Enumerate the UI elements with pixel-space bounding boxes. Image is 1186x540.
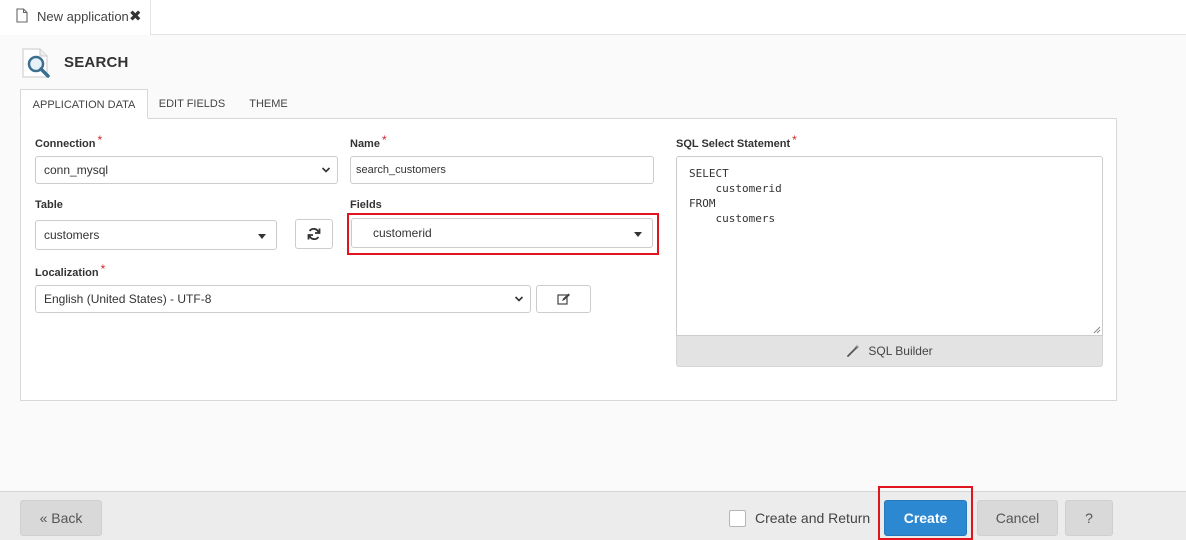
caret-down-icon [258, 234, 266, 239]
sql-textarea[interactable]: SELECT customerid FROM customers [676, 156, 1103, 336]
connection-select[interactable]: conn_mysql [35, 156, 338, 184]
fields-highlight-box [347, 213, 659, 255]
table-value: customers [44, 228, 100, 242]
application-data-panel: Connection * conn_mysql Name * search_cust… [20, 118, 1117, 401]
tab-theme[interactable]: THEME [240, 89, 297, 119]
create-highlight-box [878, 486, 973, 540]
connection-label: Connection * [35, 133, 103, 150]
connection-value: conn_mysql [44, 163, 109, 177]
name-value: search_customers [356, 164, 446, 176]
help-button[interactable]: ? [1065, 500, 1113, 536]
page-title: SEARCH [64, 54, 129, 71]
sql-builder-label: SQL Builder [868, 344, 933, 358]
edit-icon [556, 293, 570, 305]
table-select[interactable]: customers [35, 220, 277, 250]
chevron-down-icon [514, 296, 524, 302]
localization-value: English (United States) - UTF-8 [44, 292, 212, 306]
localization-label: Localization * [35, 262, 106, 279]
resize-handle-icon[interactable] [1093, 326, 1101, 334]
magic-wand-icon [847, 344, 860, 357]
sql-builder-button[interactable]: SQL Builder [676, 336, 1103, 367]
footer-bar: « Back Create and Return Create Cancel ? [0, 486, 1186, 540]
edit-localization-button[interactable] [536, 285, 591, 313]
table-label: Table [35, 199, 63, 211]
sql-text: SELECT customerid FROM customers [689, 167, 782, 225]
refresh-button[interactable] [295, 219, 333, 249]
create-and-return-label: Create and Return [755, 510, 871, 526]
tab-application-data[interactable]: APPLICATION DATA [20, 89, 148, 119]
localization-select[interactable]: English (United States) - UTF-8 [35, 285, 531, 313]
document-tabstrip: New application ✖ [0, 0, 1186, 35]
refresh-icon [307, 227, 321, 241]
sql-label: SQL Select Statement * [676, 133, 797, 150]
document-icon [16, 8, 28, 23]
document-tab-label: New application [37, 9, 129, 24]
close-icon[interactable]: ✖ [129, 9, 142, 24]
tab-edit-fields[interactable]: EDIT FIELDS [152, 89, 232, 119]
create-and-return-checkbox[interactable] [729, 510, 746, 527]
fields-label: Fields [350, 199, 382, 211]
search-icon [22, 48, 50, 78]
chevron-down-icon [321, 167, 331, 173]
back-button[interactable]: « Back [20, 500, 102, 536]
name-label: Name * [350, 133, 387, 150]
document-tab[interactable]: New application ✖ [0, 0, 151, 35]
cancel-button[interactable]: Cancel [977, 500, 1058, 536]
name-input[interactable]: search_customers [350, 156, 654, 184]
